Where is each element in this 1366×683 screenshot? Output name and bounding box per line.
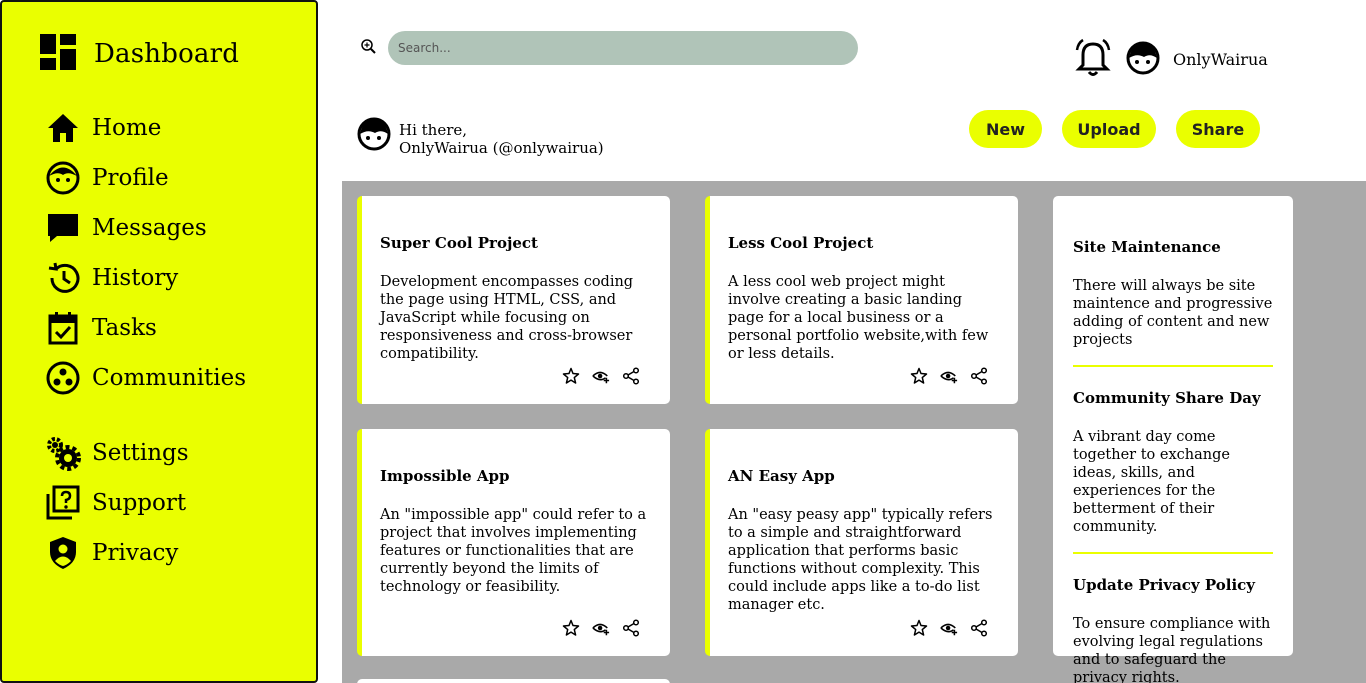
project-card: AN Easy App An "easy peasy app" typicall… [705,429,1018,656]
announcement-title: Update Privacy Policy [1073,576,1255,594]
sidebar-item-profile[interactable]: Profile [44,158,169,198]
sidebar-item-label: Tasks [92,315,157,341]
project-card [357,679,670,683]
card-body: An "impossible app" could refer to a pro… [380,507,647,595]
sidebar-item-tasks[interactable]: Tasks [44,308,157,348]
profile-icon [44,159,82,197]
announcements-panel: Site Maintenance There will always be si… [1053,196,1293,683]
sidebar-item-home[interactable]: Home [44,108,161,148]
communities-icon [44,359,82,397]
card-actions [562,367,640,385]
share-button[interactable]: Share [1176,110,1260,148]
card-body: Development encompasses coding the page … [380,274,634,362]
messages-icon [44,209,82,247]
sidebar-item-communities[interactable]: Communities [44,358,246,398]
sidebar-item-messages[interactable]: Messages [44,208,207,248]
sidebar-item-privacy[interactable]: Privacy [44,533,178,573]
share-icon[interactable] [970,619,988,637]
card-actions [910,367,988,385]
card-actions [910,619,988,637]
share-icon[interactable] [622,367,640,385]
history-icon [44,259,82,297]
avatar [357,117,391,155]
sidebar-item-label: Support [92,490,187,516]
star-icon[interactable] [562,619,580,637]
announcement-body: A vibrant day come together to exchange … [1073,429,1230,535]
announcement-title: Site Maintenance [1073,238,1221,256]
sidebar-item-label: Privacy [92,540,179,566]
support-icon [44,484,82,522]
dashboard-icon [38,32,78,76]
share-icon[interactable] [622,619,640,637]
sidebar-item-label: Home [92,115,162,141]
upload-button[interactable]: Upload [1062,110,1156,148]
sidebar-item-support[interactable]: Support [44,483,186,523]
star-icon[interactable] [910,619,928,637]
greeting: Hi there, OnlyWairua (@onlywairua) [399,121,604,157]
project-card: Impossible App An "impossible app" could… [357,429,670,656]
announcement: Update Privacy Policy To ensure complian… [1073,554,1273,683]
card-body: An "easy peasy app" typically refers to … [728,507,993,613]
card-title: Super Cool Project [380,234,538,252]
sidebar-item-label: Settings [92,440,189,466]
sidebar-item-history[interactable]: History [44,258,178,298]
sidebar-item-settings[interactable]: Settings [44,433,189,473]
watch-icon[interactable] [592,367,610,385]
sidebar-item-label: History [92,265,179,291]
settings-icon [44,434,82,472]
brand-label: Dashboard [94,39,240,69]
card-actions [562,619,640,637]
card-body: A less cool web project might involve cr… [728,274,989,362]
announcement-body: To ensure compliance with evolving legal… [1073,616,1271,683]
watch-icon[interactable] [592,619,610,637]
announcement: Community Share Day A vibrant day come t… [1073,367,1273,554]
home-icon [44,109,82,147]
star-icon[interactable] [910,367,928,385]
content-area: Super Cool Project Development encompass… [342,181,1366,683]
watch-icon[interactable] [940,619,958,637]
announcement: Site Maintenance There will always be si… [1073,196,1273,367]
project-card: Super Cool Project Development encompass… [357,196,670,404]
greeting-line: Hi there, [399,121,468,139]
sidebar-item-label: Messages [92,215,207,241]
privacy-icon [44,534,82,572]
greeting-handle: OnlyWairua (@onlywairua) [399,139,604,157]
card-title: AN Easy App [728,467,835,485]
search-icon[interactable] [360,38,377,59]
announcement-body: There will always be site maintence and … [1073,278,1273,348]
brand[interactable]: Dashboard [38,32,239,76]
star-icon[interactable] [562,367,580,385]
share-icon[interactable] [970,367,988,385]
header-username[interactable]: OnlyWairua [1173,50,1268,69]
sidebar-item-label: Communities [92,365,247,391]
new-button[interactable]: New [969,110,1042,148]
project-card: Less Cool Project A less cool web projec… [705,196,1018,404]
search-input[interactable] [388,31,858,65]
avatar[interactable] [1126,41,1160,79]
announcement-title: Community Share Day [1073,389,1261,407]
card-title: Less Cool Project [728,234,874,252]
sidebar: Dashboard Home Profile Messages History … [0,0,318,683]
watch-icon[interactable] [940,367,958,385]
bell-icon[interactable] [1073,38,1113,82]
tasks-icon [44,309,82,347]
sidebar-item-label: Profile [92,165,169,191]
card-title: Impossible App [380,467,510,485]
